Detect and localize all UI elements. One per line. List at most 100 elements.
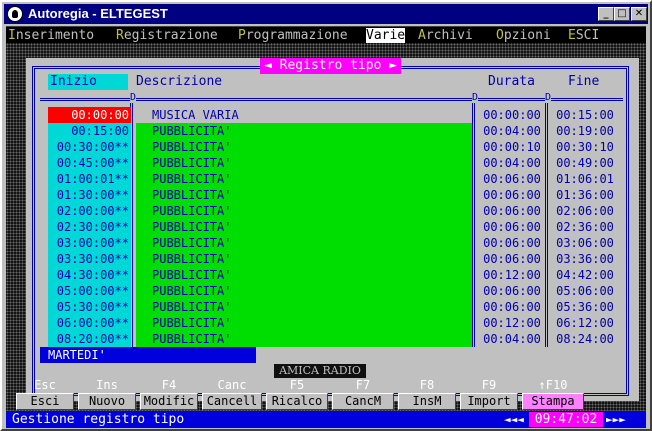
menu-varie[interactable]: Varie xyxy=(366,28,406,43)
panel-title: ◄ Registro tipo ► xyxy=(260,58,402,74)
insm-button[interactable]: InsM xyxy=(398,393,456,410)
start-cell[interactable]: 05:30:00** xyxy=(48,299,131,315)
desc-cell[interactable]: PUBBLICITA' xyxy=(136,187,472,203)
menu-bar: Inserimento Registrazione Programmazione… xyxy=(6,26,646,43)
duration-cell[interactable]: 00:06:00 xyxy=(477,283,547,299)
desc-cell[interactable]: PUBBLICITA' xyxy=(136,139,472,155)
duration-cell[interactable]: 00:04:00 xyxy=(477,155,547,171)
description-column: MUSICA VARIA PUBBLICITA' PUBBLICITA' PUB… xyxy=(136,107,472,347)
ricalcola-button[interactable]: Ricalco xyxy=(266,393,328,410)
desc-cell[interactable]: PUBBLICITA' xyxy=(136,219,472,235)
end-cell[interactable]: 02:06:00 xyxy=(550,203,620,219)
start-cell[interactable]: 04:30:00** xyxy=(48,267,131,283)
duration-cell[interactable]: 00:12:00 xyxy=(477,315,547,331)
duration-cell[interactable]: 00:06:00 xyxy=(477,235,547,251)
nuovo-button[interactable]: Nuovo xyxy=(78,393,136,410)
desc-cell[interactable]: PUBBLICITA' xyxy=(136,267,472,283)
menu-programmazione[interactable]: Programmazione xyxy=(238,28,348,43)
separator-mark: D xyxy=(545,92,552,103)
cancella-button[interactable]: Cancell xyxy=(202,393,262,410)
start-cell[interactable]: 05:00:00** xyxy=(48,283,131,299)
start-cell[interactable]: 03:00:00** xyxy=(48,235,131,251)
menu-registrazione[interactable]: Registrazione xyxy=(116,28,218,43)
desc-cell[interactable]: PUBBLICITA' xyxy=(136,315,472,331)
start-cell[interactable]: 00:30:00** xyxy=(48,139,131,155)
cancm-button[interactable]: CancM xyxy=(332,393,394,410)
duration-cell[interactable]: 00:06:00 xyxy=(477,171,547,187)
app-icon[interactable] xyxy=(7,6,23,22)
desc-cell[interactable]: PUBBLICITA' xyxy=(136,331,472,347)
close-button[interactable]: ✕ xyxy=(631,7,647,21)
app-window: Autoregia - ELTEGEST _ □ ✕ Inserimento R… xyxy=(0,0,652,431)
header-durata[interactable]: Durata xyxy=(488,74,535,90)
desc-cell[interactable]: PUBBLICITA' xyxy=(136,203,472,219)
duration-cell[interactable]: 00:06:00 xyxy=(477,251,547,267)
end-cell[interactable]: 00:30:10 xyxy=(550,139,620,155)
dos-desktop: ◄ Registro tipo ► Inizio Descrizione Dur… xyxy=(6,43,646,417)
duration-cell[interactable]: 00:12:00 xyxy=(477,267,547,283)
start-cell[interactable]: 01:00:01** xyxy=(48,171,131,187)
start-cell[interactable]: 00:15:00 xyxy=(48,123,131,139)
desc-cell[interactable]: PUBBLICITA' xyxy=(136,251,472,267)
modifica-button[interactable]: Modific xyxy=(140,393,198,410)
duration-cell[interactable]: 00:04:00 xyxy=(477,123,547,139)
end-cell[interactable]: 00:15:00 xyxy=(550,107,620,123)
end-cell[interactable]: 04:42:00 xyxy=(550,267,620,283)
end-cell[interactable]: 00:49:00 xyxy=(550,155,620,171)
desc-cell[interactable]: PUBBLICITA' xyxy=(136,299,472,315)
end-cell[interactable]: 01:06:01 xyxy=(550,171,620,187)
start-cell[interactable]: 06:00:00** xyxy=(48,315,131,331)
header-inizio[interactable]: Inizio xyxy=(48,74,128,90)
end-cell[interactable]: 05:06:00 xyxy=(550,283,620,299)
maximize-button[interactable]: □ xyxy=(614,7,630,21)
end-cell[interactable]: 03:36:00 xyxy=(550,251,620,267)
clock: 09:47:02 xyxy=(529,412,603,427)
header-descrizione[interactable]: Descrizione xyxy=(136,74,222,90)
duration-cell[interactable]: 00:06:00 xyxy=(477,203,547,219)
menu-opzioni[interactable]: Opzioni xyxy=(496,28,551,43)
menu-esci[interactable]: ESCI xyxy=(568,28,599,43)
start-cell[interactable]: 00:00:00 xyxy=(48,107,131,123)
station-name: AMICA RADIO xyxy=(274,364,366,378)
start-cell[interactable]: 02:00:00** xyxy=(48,203,131,219)
fkey-label: Esc xyxy=(34,378,56,392)
end-cell[interactable]: 05:36:00 xyxy=(550,299,620,315)
separator-mark: D xyxy=(472,92,479,103)
menu-inserimento[interactable]: Inserimento xyxy=(8,28,94,43)
end-cell[interactable]: 06:12:00 xyxy=(550,315,620,331)
desc-cell[interactable]: PUBBLICITA' xyxy=(136,171,472,187)
desc-cell[interactable]: PUBBLICITA' xyxy=(136,283,472,299)
stampa-button[interactable]: Stampa xyxy=(522,393,584,410)
menu-archivi[interactable]: Archivi xyxy=(418,28,473,43)
desc-cell[interactable]: PUBBLICITA' xyxy=(136,235,472,251)
start-cell[interactable]: 08:20:00** xyxy=(48,331,131,347)
duration-cell[interactable]: 00:00:10 xyxy=(477,139,547,155)
start-cell[interactable]: 03:30:00** xyxy=(48,251,131,267)
end-cell[interactable]: 00:19:00 xyxy=(550,123,620,139)
start-cell[interactable]: 00:45:00** xyxy=(48,155,131,171)
duration-cell[interactable]: 00:00:00 xyxy=(477,107,547,123)
header-fine[interactable]: Fine xyxy=(568,74,599,90)
duration-cell[interactable]: 00:06:00 xyxy=(477,219,547,235)
desc-cell[interactable]: MUSICA VARIA xyxy=(136,107,472,123)
import-button[interactable]: Import xyxy=(460,393,518,410)
esci-button[interactable]: Esci xyxy=(16,393,74,410)
desc-cell[interactable]: PUBBLICITA' xyxy=(136,155,472,171)
window-title: Autoregia - ELTEGEST xyxy=(28,6,168,21)
start-column: 00:00:00 00:15:00 00:30:00** 00:45:00** … xyxy=(48,107,131,347)
start-cell[interactable]: 02:30:00** xyxy=(48,219,131,235)
start-cell[interactable]: 01:30:00** xyxy=(48,187,131,203)
duration-cell[interactable]: 00:04:00 xyxy=(477,331,547,347)
end-cell[interactable]: 02:36:00 xyxy=(550,219,620,235)
end-cell[interactable]: 03:06:00 xyxy=(550,235,620,251)
duration-cell[interactable]: 00:06:00 xyxy=(477,299,547,315)
day-label: MARTEDI' xyxy=(40,347,256,363)
title-bar[interactable]: Autoregia - ELTEGEST _ □ ✕ xyxy=(4,4,648,24)
status-message: Gestione registro tipo xyxy=(12,412,185,427)
arrow-left-icon: ◄◄◄ xyxy=(504,413,524,426)
minimize-button[interactable]: _ xyxy=(598,7,614,21)
desc-cell[interactable]: PUBBLICITA' xyxy=(136,123,472,139)
duration-cell[interactable]: 00:06:00 xyxy=(477,187,547,203)
end-cell[interactable]: 08:24:00 xyxy=(550,331,620,347)
end-cell[interactable]: 01:36:00 xyxy=(550,187,620,203)
